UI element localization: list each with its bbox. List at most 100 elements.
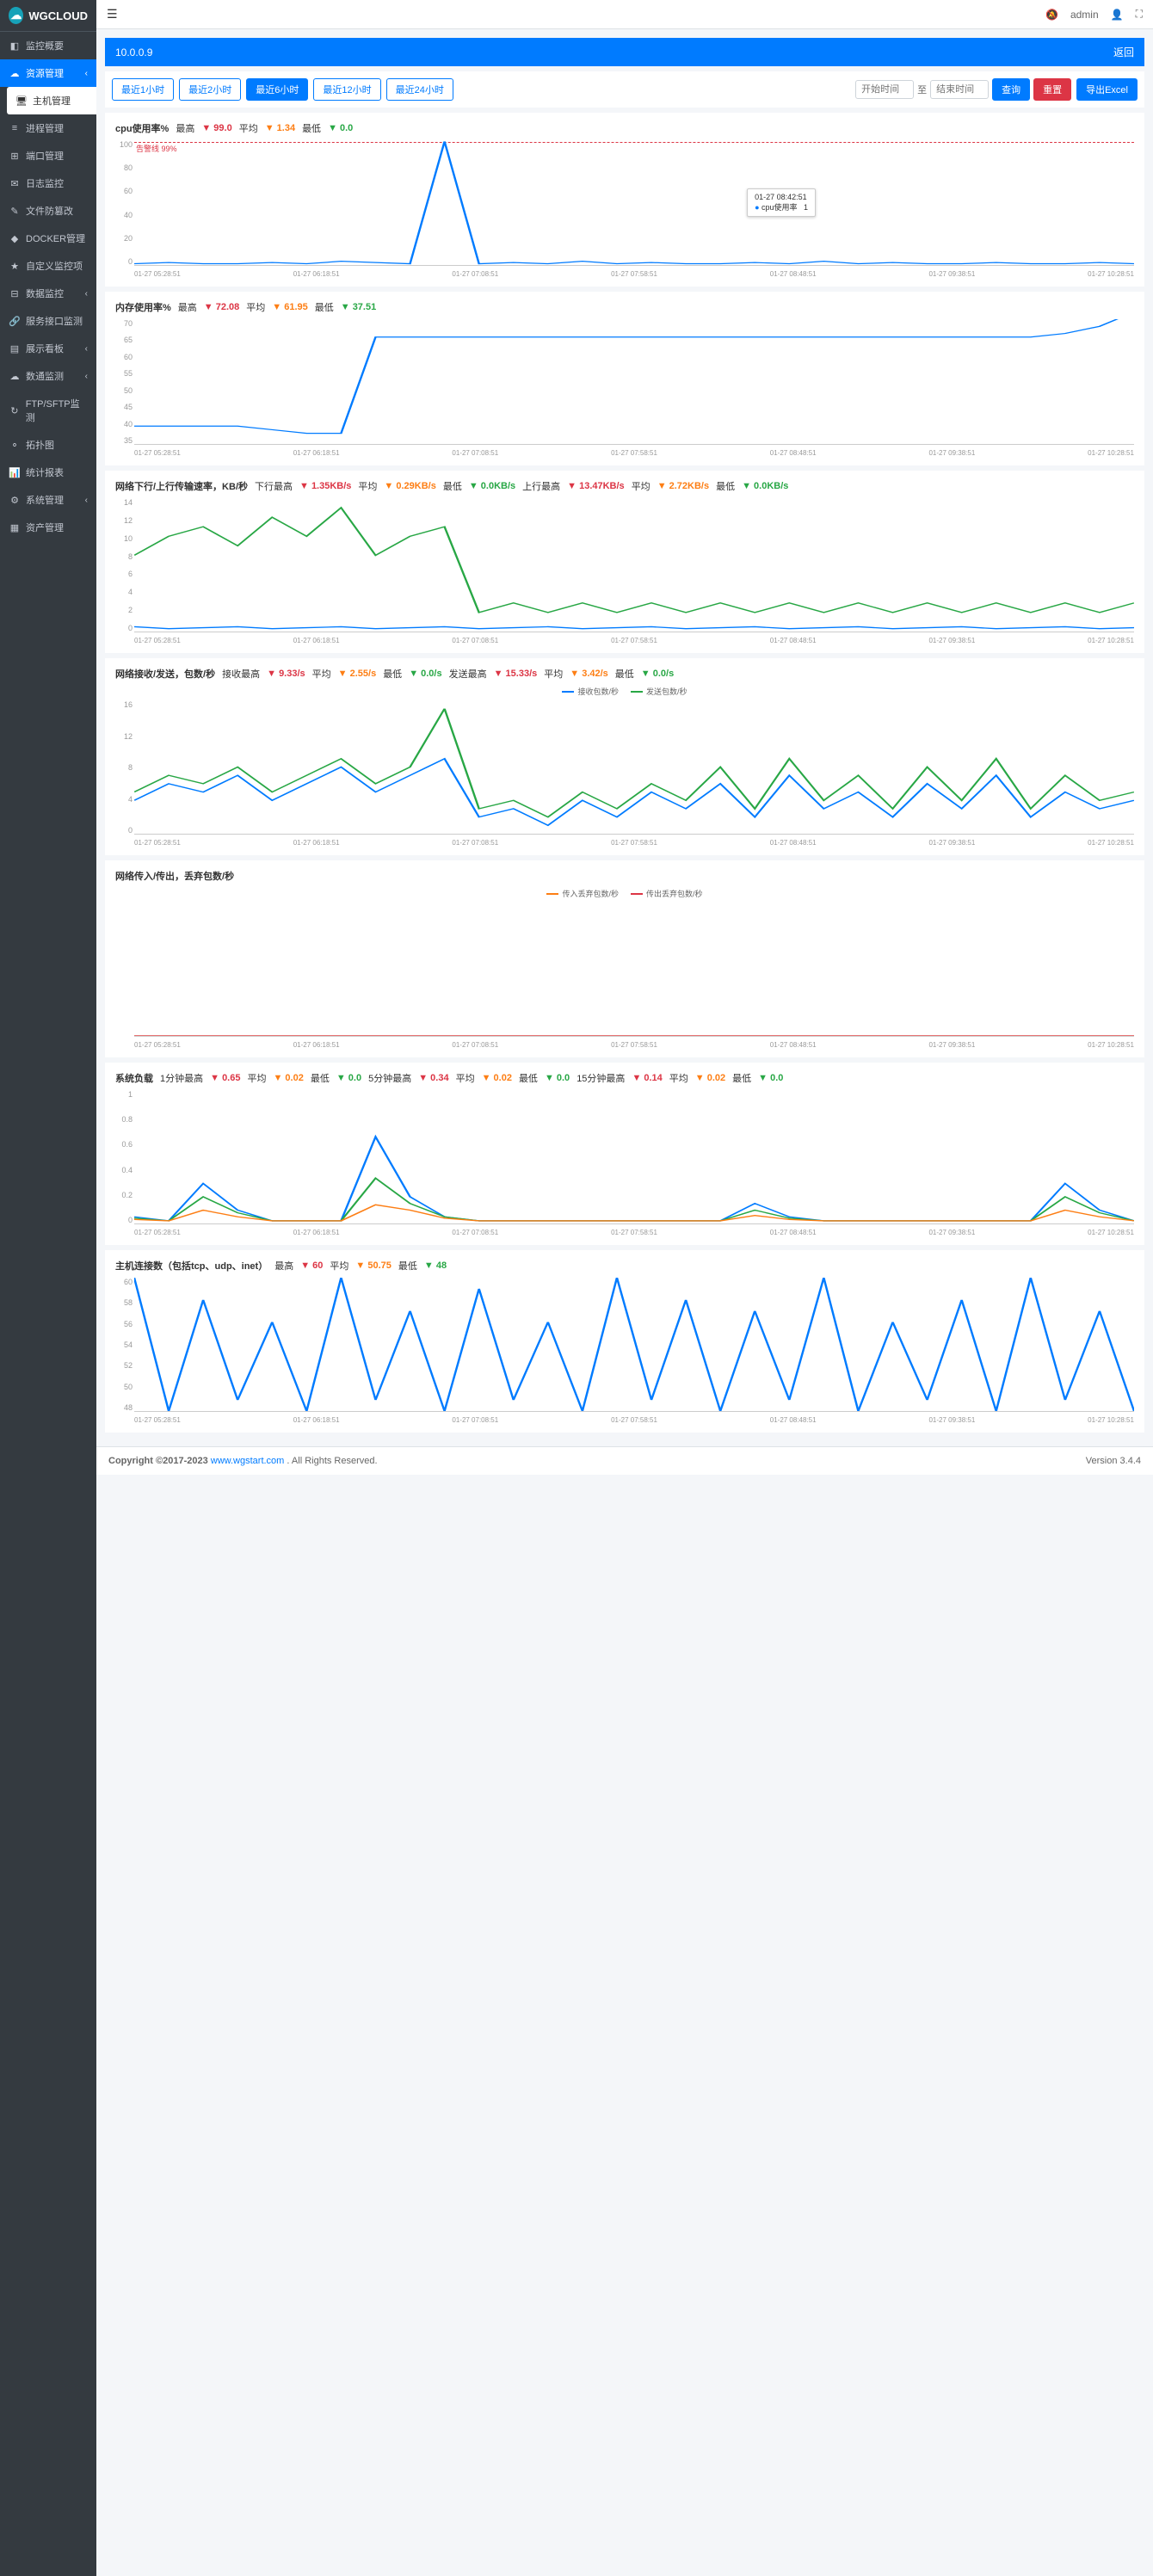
- stat-value: ▼ 0.02: [273, 1073, 303, 1083]
- chart-area[interactable]: 告警线 99% 100806040200 01-27 08:42:51● cpu…: [115, 140, 1134, 278]
- file-icon: ✎: [9, 205, 21, 217]
- sidebar-item-8[interactable]: ★自定义监控项: [0, 252, 96, 280]
- chart-title: 网络接收/发送，包数/秒接收最高▼ 9.33/s平均▼ 2.55/s最低▼ 0.…: [115, 667, 1134, 681]
- sidebar-item-6[interactable]: ✎文件防篡改: [0, 197, 96, 225]
- topbar: ☰ 🔕 admin 👤 ⛶: [96, 0, 1153, 29]
- footer-link[interactable]: www.wgstart.com: [211, 1456, 285, 1466]
- stat-value: ▼ 0.02: [695, 1073, 725, 1083]
- notification-icon[interactable]: 🔕: [1045, 9, 1058, 21]
- range-button-2[interactable]: 最近6小时: [246, 78, 308, 101]
- range-button-0[interactable]: 最近1小时: [112, 78, 174, 101]
- user-name[interactable]: admin: [1070, 9, 1099, 21]
- stat-label: 最低: [615, 667, 634, 681]
- sidebar-item-15[interactable]: 📊统计报表: [0, 459, 96, 486]
- end-date-input[interactable]: [930, 80, 989, 99]
- fullscreen-icon[interactable]: ⛶: [1136, 8, 1143, 21]
- chart-area[interactable]: 7065605550454035 01-27 05:28:5101-27 06:…: [115, 319, 1134, 457]
- chart-area[interactable]: 10.80.60.40.20 01-27 05:28:5101-27 06:18…: [115, 1090, 1134, 1236]
- stat-value: ▼ 99.0: [201, 123, 231, 133]
- sidebar-item-1[interactable]: ☁资源管理‹: [0, 59, 96, 87]
- sidebar-item-7[interactable]: ◆DOCKER管理: [0, 225, 96, 252]
- chart-tooltip: 01-27 08:42:51● cpu使用率 1: [747, 188, 816, 217]
- sidebar-item-3[interactable]: ≡进程管理: [0, 114, 96, 142]
- sidebar-item-13[interactable]: ↻FTP/SFTP监测: [0, 390, 96, 431]
- x-axis: 01-27 05:28:5101-27 06:18:5101-27 07:08:…: [134, 1416, 1134, 1424]
- stat-value: ▼ 72.08: [204, 302, 239, 312]
- legend-item[interactable]: 接收包数/秒: [562, 686, 619, 697]
- x-axis: 01-27 05:28:5101-27 06:18:5101-27 07:08:…: [134, 270, 1134, 278]
- sidebar-item-10[interactable]: 🔗服务接口监测: [0, 307, 96, 335]
- cloud-icon: ☁: [9, 67, 21, 79]
- chart-card-4: 网络传入/传出，丢弃包数/秒 传入丢弃包数/秒 传出丢弃包数/秒 01-27 05…: [105, 860, 1144, 1057]
- dashboard-icon: ◧: [9, 40, 21, 52]
- x-axis: 01-27 05:28:5101-27 06:18:5101-27 07:08:…: [134, 1041, 1134, 1049]
- sidebar-item-label: 服务接口监测: [26, 314, 83, 328]
- docker-icon: ◆: [9, 232, 21, 244]
- sidebar-item-12[interactable]: ☁数通监测‹: [0, 362, 96, 390]
- sidebar-item-17[interactable]: ▦资产管理: [0, 514, 96, 541]
- stat-value: ▼ 0.65: [210, 1073, 240, 1083]
- chart-card-3: 网络接收/发送，包数/秒接收最高▼ 9.33/s平均▼ 2.55/s最低▼ 0.…: [105, 658, 1144, 855]
- stat-label: 最低: [398, 1259, 417, 1273]
- stat-label: 最低: [716, 479, 735, 493]
- stat-label: 最高: [178, 300, 197, 314]
- menu-toggle-icon[interactable]: ☰: [107, 7, 118, 22]
- sidebar-item-label: 进程管理: [26, 121, 64, 135]
- range-button-3[interactable]: 最近12小时: [313, 78, 380, 101]
- start-date-input[interactable]: [855, 80, 914, 99]
- sidebar-item-label: 拓扑图: [26, 438, 54, 452]
- export-button[interactable]: 导出Excel: [1076, 78, 1138, 101]
- chevron-left-icon: ‹: [85, 496, 88, 505]
- stat-value: ▼ 48: [424, 1260, 447, 1271]
- chart-area[interactable]: 14121086420 01-27 05:28:5101-27 06:18:51…: [115, 498, 1134, 644]
- chart-area[interactable]: 60585654525048 01-27 05:28:5101-27 06:18…: [115, 1278, 1134, 1424]
- sidebar-item-16[interactable]: ⚙系统管理‹: [0, 486, 96, 514]
- x-axis: 01-27 05:28:5101-27 06:18:5101-27 07:08:…: [134, 839, 1134, 847]
- stat-label: 最低: [519, 1071, 538, 1085]
- sidebar-item-4[interactable]: ⊞端口管理: [0, 142, 96, 169]
- cloud2-icon: ☁: [9, 370, 21, 382]
- range-button-4[interactable]: 最近24小时: [386, 78, 453, 101]
- chart-area[interactable]: 1612840 01-27 05:28:5101-27 06:18:5101-2…: [115, 700, 1134, 847]
- report-icon: 📊: [9, 466, 21, 478]
- legend-item[interactable]: 发送包数/秒: [631, 686, 687, 697]
- chart-card-6: 主机连接数（包括tcp、udp、inet）最高▼ 60平均▼ 50.75最低▼ …: [105, 1250, 1144, 1433]
- stat-value: ▼ 50.75: [355, 1260, 391, 1271]
- legend-item[interactable]: 传入丢弃包数/秒: [546, 888, 619, 899]
- y-axis: 14121086420: [115, 498, 133, 632]
- sidebar-item-5[interactable]: ✉日志监控: [0, 169, 96, 197]
- stat-label: 最高: [274, 1259, 293, 1273]
- stat-label: 平均: [544, 667, 563, 681]
- stat-label: 上行最高: [522, 479, 560, 493]
- chart-area[interactable]: 01-27 05:28:5101-27 06:18:5101-27 07:08:…: [115, 903, 1134, 1049]
- x-axis: 01-27 05:28:5101-27 06:18:5101-27 07:08:…: [134, 449, 1134, 457]
- y-axis: 1612840: [115, 700, 133, 835]
- range-button-1[interactable]: 最近2小时: [179, 78, 241, 101]
- chevron-left-icon: ‹: [85, 372, 88, 381]
- stat-label: 发送最高: [449, 667, 487, 681]
- sidebar-item-label: 系统管理: [26, 493, 64, 507]
- sidebar-item-label: 监控概要: [26, 39, 64, 52]
- stat-value: ▼ 60: [300, 1260, 323, 1271]
- query-button[interactable]: 查询: [992, 78, 1030, 101]
- stat-value: ▼ 0.0KB/s: [469, 481, 515, 491]
- sidebar-item-14[interactable]: ⚬拓扑图: [0, 431, 96, 459]
- footer-rights: . All Rights Reserved.: [287, 1456, 377, 1466]
- sidebar-item-9[interactable]: ⊟数据监控‹: [0, 280, 96, 307]
- sidebar-item-2[interactable]: 🖥主机管理: [7, 87, 96, 114]
- stat-value: ▼ 0.0: [328, 123, 353, 133]
- sidebar-item-0[interactable]: ◧ 监控概要: [0, 32, 96, 59]
- legend-item[interactable]: 传出丢弃包数/秒: [631, 888, 703, 899]
- y-axis: [115, 903, 133, 1037]
- stat-label: 平均: [330, 1259, 348, 1273]
- chart-title: 网络传入/传出，丢弃包数/秒: [115, 869, 1134, 883]
- user-icon[interactable]: 👤: [1111, 9, 1124, 21]
- stat-label: 最低: [383, 667, 402, 681]
- sidebar-item-11[interactable]: ▤展示看板‹: [0, 335, 96, 362]
- reset-button[interactable]: 重置: [1033, 78, 1071, 101]
- back-button[interactable]: 返回: [1113, 45, 1134, 59]
- chart-title: 网络下行/上行传输速率，KB/秒下行最高▼ 1.35KB/s平均▼ 0.29KB…: [115, 479, 1134, 493]
- stat-label: 最低: [732, 1071, 751, 1085]
- chart-card-2: 网络下行/上行传输速率，KB/秒下行最高▼ 1.35KB/s平均▼ 0.29KB…: [105, 471, 1144, 653]
- chevron-left-icon: ‹: [85, 69, 88, 78]
